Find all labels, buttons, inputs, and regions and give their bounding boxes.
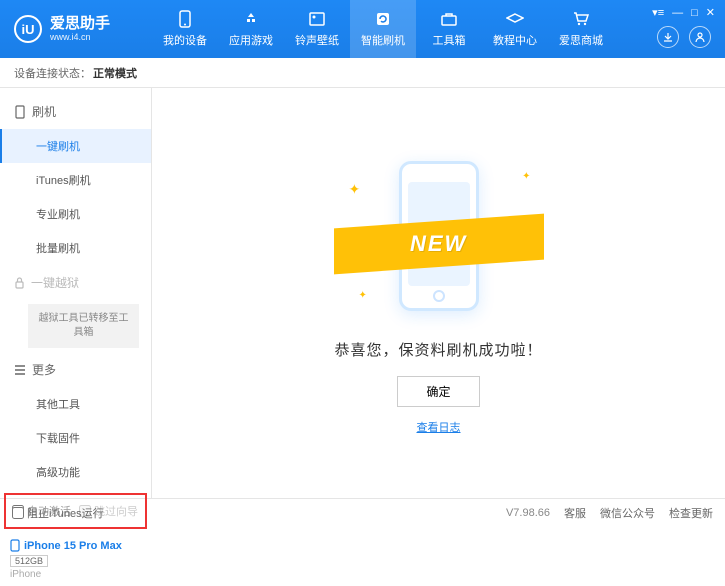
footer-check-update[interactable]: 检查更新 [669, 505, 713, 521]
close-icon[interactable]: ✕ [706, 6, 715, 19]
device-name[interactable]: iPhone 15 Pro Max [10, 539, 141, 552]
view-log-link[interactable]: 查看日志 [417, 419, 461, 435]
window-controls: ▾≡ — □ ✕ [652, 6, 715, 19]
logo-icon: iU [14, 15, 42, 43]
main-content: ✦ ✦ ✦ NEW 恭喜您，保资料刷机成功啦！ 确定 查看日志 [152, 88, 725, 498]
new-ribbon: NEW [334, 214, 544, 275]
device-type: iPhone [10, 569, 141, 580]
menu-icon[interactable]: ▾≡ [652, 6, 664, 19]
sidebar-download-firmware[interactable]: 下载固件 [0, 421, 151, 455]
app-header: iU 爱思助手 www.i4.cn 我的设备 应用游戏 铃声壁纸 智能刷机 工具… [0, 0, 725, 58]
sidebar-batch-flash[interactable]: 批量刷机 [0, 231, 151, 265]
device-icon [14, 105, 26, 119]
success-message: 恭喜您，保资料刷机成功啦！ [334, 339, 542, 360]
download-button[interactable] [657, 26, 679, 48]
graduation-icon [506, 10, 524, 28]
block-itunes-checkbox[interactable]: 阻止iTunes运行 [12, 505, 104, 521]
status-value: 正常模式 [93, 65, 137, 81]
nav-my-device[interactable]: 我的设备 [152, 0, 218, 58]
footer-support[interactable]: 客服 [564, 505, 586, 521]
success-illustration: ✦ ✦ ✦ NEW [339, 151, 539, 321]
device-storage: 512GB [10, 555, 48, 567]
nav-store[interactable]: 爱思商城 [548, 0, 614, 58]
cart-icon [572, 10, 590, 28]
sidebar-more-header[interactable]: 更多 [0, 352, 151, 387]
app-name: 爱思助手 [50, 16, 110, 33]
sidebar-jailbreak-header: 一键越狱 [0, 265, 151, 300]
sidebar-advanced[interactable]: 高级功能 [0, 455, 151, 489]
status-bar: 设备连接状态： 正常模式 [0, 58, 725, 88]
device-info: iPhone 15 Pro Max 512GB iPhone [0, 533, 151, 586]
sidebar-flash-header[interactable]: 刷机 [0, 94, 151, 129]
version-label: V7.98.66 [506, 507, 550, 519]
phone-icon [10, 539, 20, 552]
logo-area: iU 爱思助手 www.i4.cn [0, 15, 152, 43]
star-icon: ✦ [359, 290, 367, 301]
sidebar: 刷机 一键刷机 iTunes刷机 专业刷机 批量刷机 一键越狱 越狱工具已转移至… [0, 88, 152, 498]
apps-icon [242, 10, 260, 28]
user-button[interactable] [689, 26, 711, 48]
nav-apps[interactable]: 应用游戏 [218, 0, 284, 58]
star-icon: ✦ [522, 171, 530, 182]
status-label: 设备连接状态： [14, 65, 91, 81]
refresh-icon [374, 10, 392, 28]
app-url: www.i4.cn [50, 32, 110, 42]
sidebar-pro-flash[interactable]: 专业刷机 [0, 197, 151, 231]
phone-icon [176, 10, 194, 28]
footer-wechat[interactable]: 微信公众号 [600, 505, 655, 521]
image-icon [308, 10, 326, 28]
nav-tabs: 我的设备 应用游戏 铃声壁纸 智能刷机 工具箱 教程中心 爱思商城 [152, 0, 614, 58]
minimize-icon[interactable]: — [672, 7, 683, 19]
star-icon: ✦ [349, 181, 361, 198]
jailbreak-notice: 越狱工具已转移至工具箱 [28, 304, 139, 348]
nav-flash[interactable]: 智能刷机 [350, 0, 416, 58]
lock-icon [14, 277, 25, 289]
maximize-icon[interactable]: □ [691, 7, 698, 19]
nav-ringtones[interactable]: 铃声壁纸 [284, 0, 350, 58]
nav-toolbox[interactable]: 工具箱 [416, 0, 482, 58]
nav-tutorials[interactable]: 教程中心 [482, 0, 548, 58]
ok-button[interactable]: 确定 [397, 376, 479, 407]
sidebar-onekey-flash[interactable]: 一键刷机 [0, 129, 151, 163]
sidebar-itunes-flash[interactable]: iTunes刷机 [0, 163, 151, 197]
menu-icon [14, 365, 26, 375]
briefcase-icon [440, 10, 458, 28]
sidebar-other-tools[interactable]: 其他工具 [0, 387, 151, 421]
